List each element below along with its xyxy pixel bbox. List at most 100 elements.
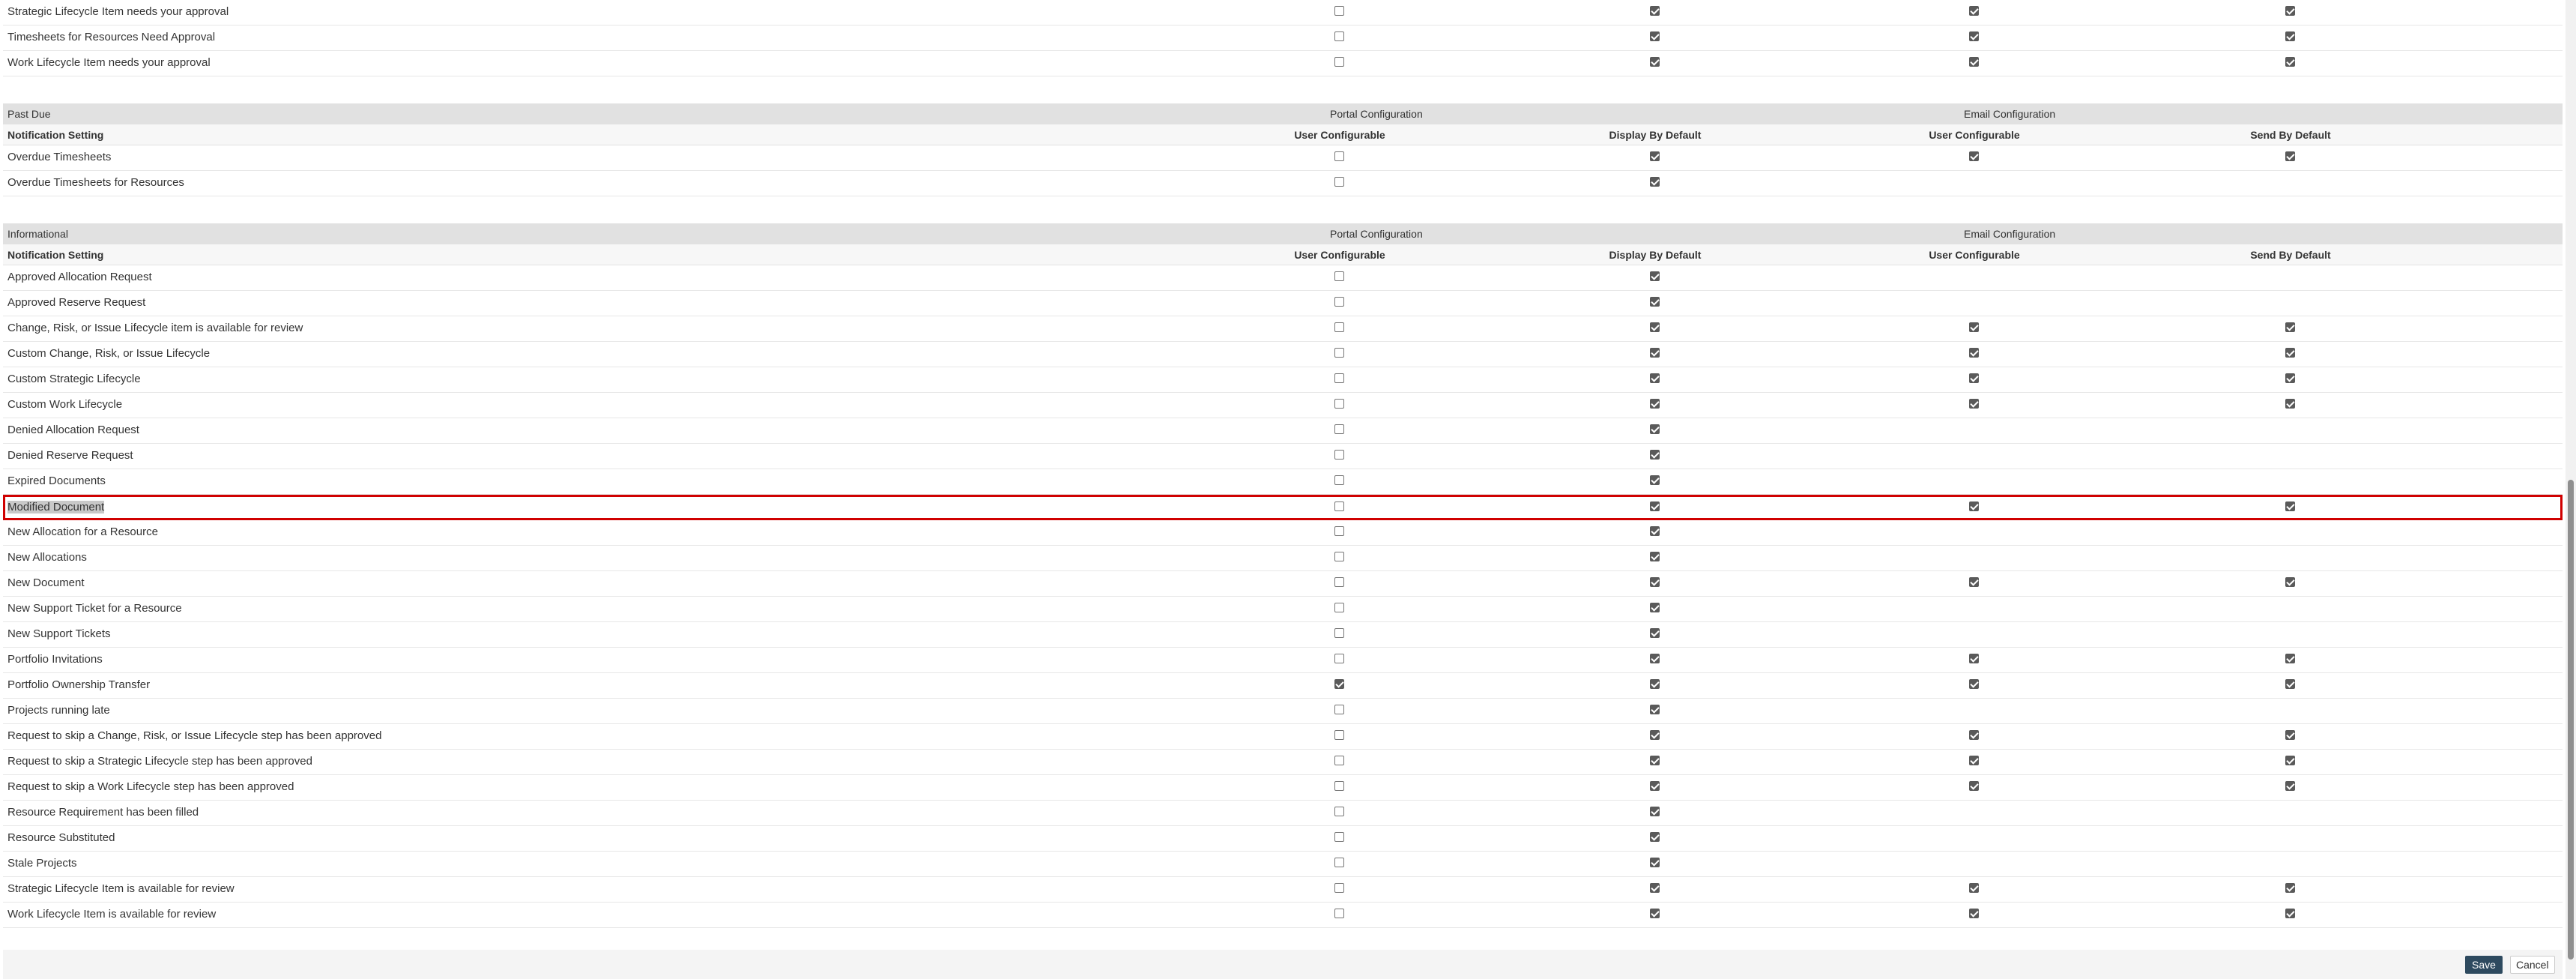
portal-user-checkbox[interactable] [1334, 424, 1344, 434]
email-send-checkbox[interactable] [2285, 348, 2295, 358]
portal-user-checkbox[interactable] [1334, 756, 1344, 765]
portal-user-checkbox[interactable] [1334, 883, 1344, 893]
portal-user-checkbox[interactable] [1334, 858, 1344, 867]
email-user-checkbox[interactable] [1969, 781, 1979, 791]
email-send-checkbox[interactable] [2285, 373, 2295, 383]
portal-display-checkbox[interactable] [1650, 475, 1660, 485]
portal-display-checkbox[interactable] [1650, 781, 1660, 791]
portal-user-checkbox[interactable] [1334, 679, 1344, 689]
email-user-checkbox[interactable] [1969, 730, 1979, 740]
email-send-checkbox[interactable] [2285, 654, 2295, 663]
portal-user-checkbox[interactable] [1334, 399, 1344, 409]
portal-display-checkbox[interactable] [1650, 297, 1660, 307]
portal-user-checkbox[interactable] [1334, 348, 1344, 358]
email-user-checkbox[interactable] [1969, 151, 1979, 161]
portal-display-checkbox[interactable] [1650, 31, 1660, 41]
portal-display-checkbox[interactable] [1650, 679, 1660, 689]
portal-user-checkbox[interactable] [1334, 526, 1344, 536]
email-user-checkbox[interactable] [1969, 6, 1979, 16]
email-send-checkbox[interactable] [2285, 781, 2295, 791]
portal-display-checkbox[interactable] [1650, 322, 1660, 332]
portal-user-checkbox[interactable] [1334, 57, 1344, 67]
portal-user-checkbox[interactable] [1334, 151, 1344, 161]
email-send-checkbox[interactable] [2285, 679, 2295, 689]
portal-display-checkbox[interactable] [1650, 399, 1660, 409]
portal-display-checkbox[interactable] [1650, 832, 1660, 842]
portal-user-checkbox[interactable] [1334, 909, 1344, 918]
portal-display-checkbox[interactable] [1650, 603, 1660, 612]
portal-display-checkbox[interactable] [1650, 730, 1660, 740]
portal-display-checkbox[interactable] [1650, 628, 1660, 638]
portal-user-checkbox[interactable] [1334, 807, 1344, 816]
portal-user-checkbox[interactable] [1334, 6, 1344, 16]
portal-display-checkbox[interactable] [1650, 577, 1660, 587]
portal-user-checkbox[interactable] [1334, 577, 1344, 587]
vertical-scrollbar[interactable] [2566, 0, 2576, 979]
portal-display-checkbox[interactable] [1650, 450, 1660, 460]
email-send-checkbox[interactable] [2285, 57, 2295, 67]
portal-user-checkbox[interactable] [1334, 628, 1344, 638]
portal-user-checkbox[interactable] [1334, 31, 1344, 41]
email-user-checkbox[interactable] [1969, 31, 1979, 41]
portal-user-checkbox[interactable] [1334, 781, 1344, 791]
portal-user-checkbox[interactable] [1334, 322, 1344, 332]
portal-user-checkbox[interactable] [1334, 297, 1344, 307]
portal-display-checkbox[interactable] [1650, 373, 1660, 383]
portal-display-checkbox[interactable] [1650, 654, 1660, 663]
portal-display-checkbox[interactable] [1650, 6, 1660, 16]
email-user-checkbox[interactable] [1969, 348, 1979, 358]
portal-display-checkbox[interactable] [1650, 177, 1660, 187]
email-user-checkbox[interactable] [1969, 679, 1979, 689]
portal-display-checkbox[interactable] [1650, 705, 1660, 714]
email-user-checkbox[interactable] [1969, 577, 1979, 587]
portal-display-checkbox[interactable] [1650, 57, 1660, 67]
portal-display-checkbox[interactable] [1650, 271, 1660, 281]
portal-user-checkbox[interactable] [1334, 705, 1344, 714]
save-button[interactable]: Save [2465, 956, 2503, 974]
email-send-checkbox[interactable] [2285, 501, 2295, 511]
portal-display-checkbox[interactable] [1650, 526, 1660, 536]
email-send-checkbox[interactable] [2285, 756, 2295, 765]
email-send-checkbox[interactable] [2285, 151, 2295, 161]
portal-display-checkbox[interactable] [1650, 807, 1660, 816]
portal-display-checkbox[interactable] [1650, 501, 1660, 511]
portal-user-checkbox[interactable] [1334, 271, 1344, 281]
email-send-checkbox[interactable] [2285, 883, 2295, 893]
email-send-checkbox[interactable] [2285, 730, 2295, 740]
portal-user-checkbox[interactable] [1334, 177, 1344, 187]
email-send-checkbox[interactable] [2285, 909, 2295, 918]
portal-display-checkbox[interactable] [1650, 858, 1660, 867]
email-send-checkbox[interactable] [2285, 322, 2295, 332]
portal-display-checkbox[interactable] [1650, 424, 1660, 434]
portal-user-checkbox[interactable] [1334, 475, 1344, 485]
email-user-checkbox[interactable] [1969, 654, 1979, 663]
portal-display-checkbox[interactable] [1650, 151, 1660, 161]
email-user-checkbox[interactable] [1969, 909, 1979, 918]
email-user-checkbox[interactable] [1969, 373, 1979, 383]
portal-display-checkbox[interactable] [1650, 756, 1660, 765]
email-send-checkbox[interactable] [2285, 31, 2295, 41]
portal-display-checkbox[interactable] [1650, 883, 1660, 893]
scrollbar-thumb[interactable] [2568, 480, 2574, 960]
email-send-checkbox[interactable] [2285, 577, 2295, 587]
portal-user-checkbox[interactable] [1334, 603, 1344, 612]
portal-display-checkbox[interactable] [1650, 909, 1660, 918]
portal-user-checkbox[interactable] [1334, 730, 1344, 740]
email-user-checkbox[interactable] [1969, 322, 1979, 332]
portal-user-checkbox[interactable] [1334, 501, 1344, 511]
portal-user-checkbox[interactable] [1334, 373, 1344, 383]
cancel-button[interactable]: Cancel [2510, 956, 2555, 974]
portal-user-checkbox[interactable] [1334, 654, 1344, 663]
email-send-checkbox[interactable] [2285, 6, 2295, 16]
portal-user-checkbox[interactable] [1334, 552, 1344, 561]
portal-user-checkbox[interactable] [1334, 832, 1344, 842]
email-send-checkbox[interactable] [2285, 399, 2295, 409]
email-user-checkbox[interactable] [1969, 883, 1979, 893]
email-user-checkbox[interactable] [1969, 57, 1979, 67]
portal-user-checkbox[interactable] [1334, 450, 1344, 460]
portal-display-checkbox[interactable] [1650, 552, 1660, 561]
email-user-checkbox[interactable] [1969, 501, 1979, 511]
email-user-checkbox[interactable] [1969, 399, 1979, 409]
email-user-checkbox[interactable] [1969, 756, 1979, 765]
portal-display-checkbox[interactable] [1650, 348, 1660, 358]
